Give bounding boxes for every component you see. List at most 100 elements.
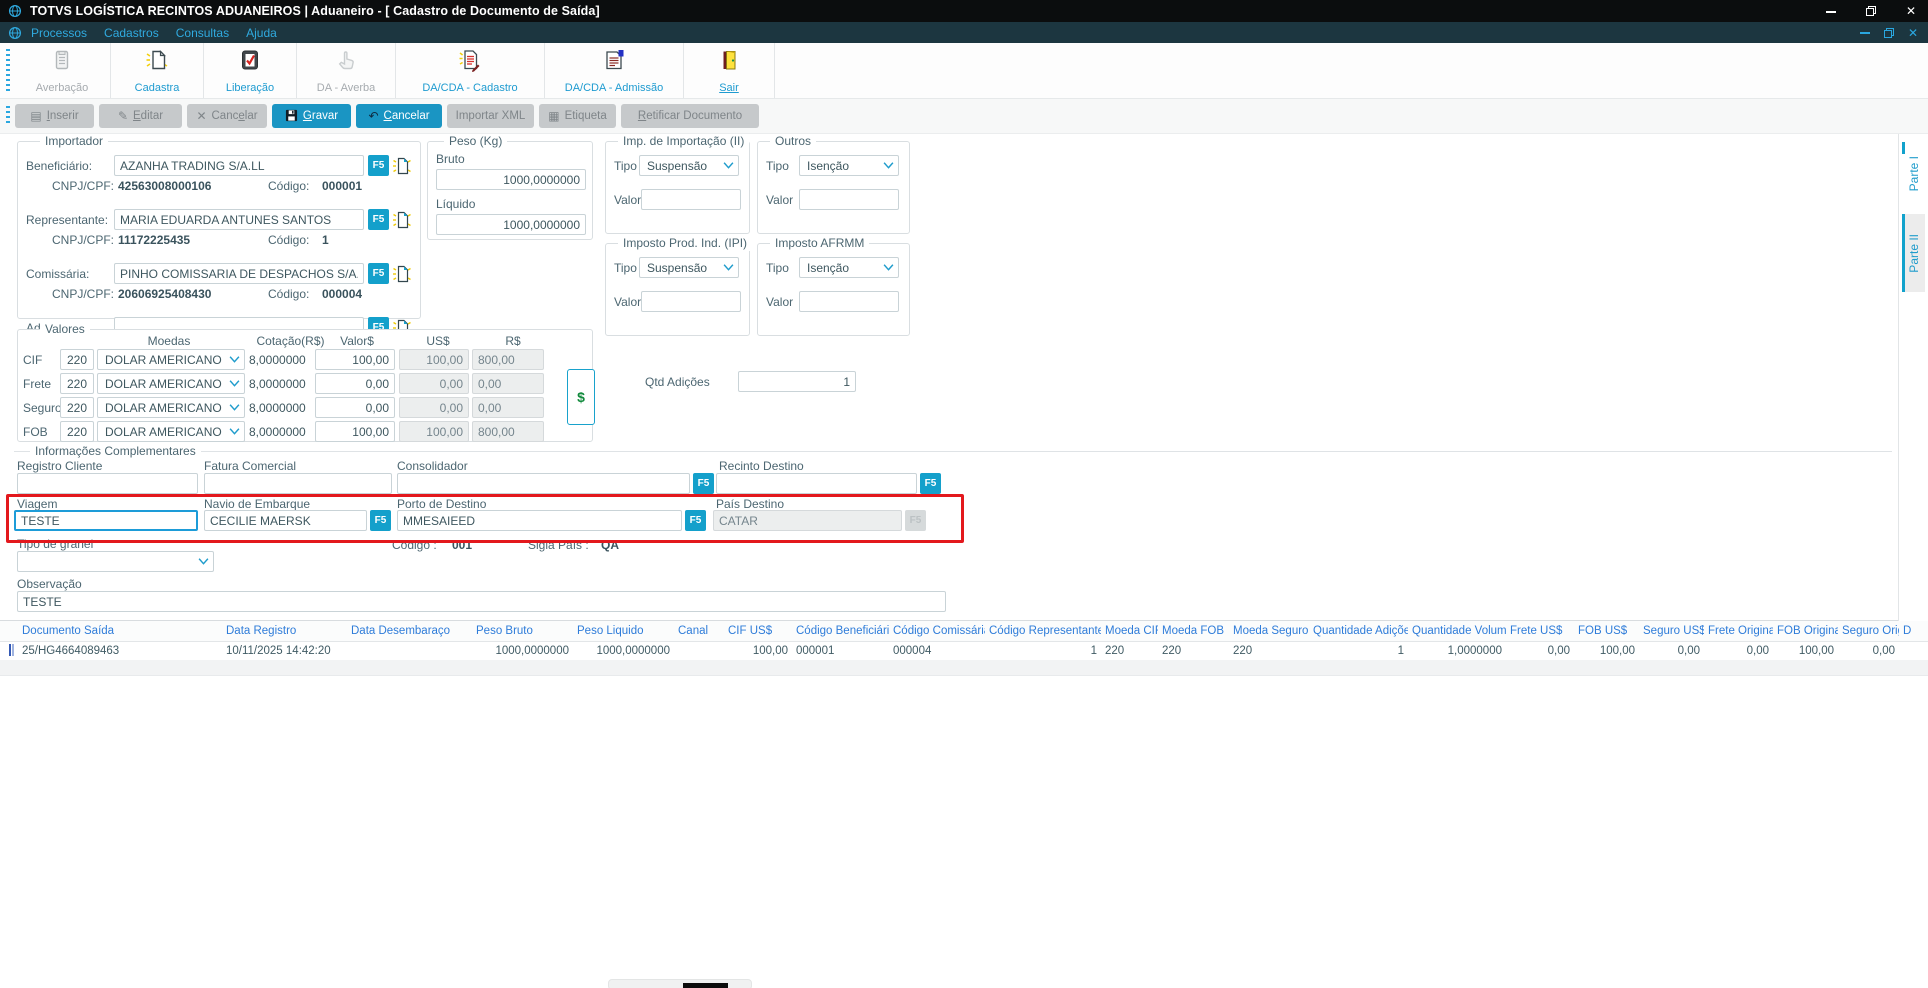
valor-input[interactable] <box>315 349 395 370</box>
grid-column-header-3[interactable]: Data Desembaraço <box>347 625 472 637</box>
viagem-input[interactable] <box>14 510 198 531</box>
child-minimize-button[interactable] <box>1859 22 1870 43</box>
recinto-destino-input[interactable] <box>716 473 917 494</box>
brl-value-input <box>472 397 544 418</box>
child-restore-button[interactable] <box>1883 22 1894 43</box>
grid-column-header-12[interactable]: Moeda FOB <box>1158 625 1229 637</box>
action-button-gravar[interactable]: Gravar <box>272 104 351 128</box>
tipo-select[interactable]: Isenção <box>799 257 899 278</box>
toolbar-item-label: DA/CDA - Cadastro <box>422 81 518 94</box>
valor-input[interactable] <box>641 189 742 210</box>
new-record-icon[interactable] <box>392 210 412 230</box>
consolidador-input[interactable] <box>397 473 690 494</box>
child-close-button[interactable]: ✕ <box>1908 22 1918 43</box>
grid-column-header-6[interactable]: Canal <box>674 625 724 637</box>
close-button[interactable]: ✕ <box>1906 0 1916 22</box>
valor-input[interactable] <box>315 397 395 418</box>
navio-f5-button[interactable]: F5 <box>370 510 391 531</box>
grid-cell-13: 220 <box>1233 645 1253 657</box>
grid-column-header-13[interactable]: Moeda Seguro <box>1229 625 1309 637</box>
toolbar-item-3[interactable]: Liberação <box>204 43 297 98</box>
action-button-label: Cancelar <box>383 110 430 122</box>
side-tab-2[interactable]: Parte II <box>1902 214 1925 292</box>
grid-column-header-10[interactable]: Código Representante <box>985 625 1101 637</box>
currency-dollar-button[interactable]: $ <box>567 369 595 425</box>
tipo-granel-select[interactable] <box>17 551 214 572</box>
grid-column-header-5[interactable]: Peso Liquido <box>573 625 674 637</box>
toolbar-item-2[interactable]: Cadastra <box>111 43 204 98</box>
grid-column-header-4[interactable]: Peso Bruto <box>472 625 573 637</box>
observacao-input[interactable] <box>17 591 946 612</box>
toolbar-drag-handle[interactable] <box>6 49 10 92</box>
currency-code-input[interactable] <box>60 421 94 442</box>
valor-input[interactable] <box>315 421 395 442</box>
side-tab-1[interactable]: Parte I <box>1902 142 1925 206</box>
action-button-cancelar[interactable]: ↶ Cancelar <box>356 104 442 128</box>
f5-lookup-button[interactable]: F5 <box>368 263 389 284</box>
grid-column-header-7[interactable]: CIF US$ <box>724 625 792 637</box>
currency-code-input[interactable] <box>60 349 94 370</box>
toolbar-item-6[interactable]: DA/CDA - Admissão <box>545 43 684 98</box>
importador-value-input[interactable] <box>114 155 364 176</box>
qtd-adicoes-input[interactable] <box>738 371 856 392</box>
valor-input[interactable] <box>799 189 899 210</box>
menu-item-2[interactable]: Cadastros <box>104 26 159 40</box>
navio-embarque-input[interactable] <box>204 510 367 531</box>
grid-column-header-9[interactable]: Código Comissária <box>889 625 985 637</box>
f5-lookup-button[interactable]: F5 <box>368 155 389 176</box>
menu-item-4[interactable]: Ajuda <box>246 26 277 40</box>
grid-column-header-17[interactable]: FOB US$ <box>1574 625 1639 637</box>
grid-column-header-20[interactable]: FOB Original <box>1773 625 1838 637</box>
field-label: Comissária: <box>26 266 90 281</box>
currency-code-input[interactable] <box>60 397 94 418</box>
registro-cliente-input[interactable] <box>17 473 198 494</box>
grid-column-header-8[interactable]: Código Beneficiário <box>792 625 889 637</box>
currency-select[interactable]: DOLAR AMERICANO <box>97 349 245 370</box>
porto-destino-input[interactable] <box>397 510 682 531</box>
menu-item-3[interactable]: Consultas <box>176 26 229 40</box>
grid-column-header-22[interactable]: D <box>1899 625 1928 637</box>
grid-cell-14: 1 <box>1397 645 1404 657</box>
importador-value-input[interactable] <box>114 209 364 230</box>
grid-column-header-11[interactable]: Moeda CIF <box>1101 625 1158 637</box>
recinto-destino-f5-button[interactable]: F5 <box>920 473 941 494</box>
peso-liquido-input[interactable] <box>436 214 586 235</box>
f5-lookup-button[interactable]: F5 <box>368 209 389 230</box>
peso-bruto-input[interactable] <box>436 169 586 190</box>
grid-row[interactable]: 25/HG4664089463 10/11/2025 14:42:20 1000,0… <box>0 642 1928 660</box>
grid-column-header-14[interactable]: Quantidade Adições <box>1309 625 1408 637</box>
fatura-comercial-input[interactable] <box>204 473 392 494</box>
minimize-button[interactable] <box>1825 0 1836 22</box>
menu-item-1[interactable]: Processos <box>31 26 87 40</box>
grid-column-header-16[interactable]: Frete US$ <box>1506 625 1574 637</box>
grid-column-header-1[interactable]: Documento Saída <box>18 625 222 637</box>
new-record-icon[interactable] <box>392 156 412 176</box>
toolbar-item-7[interactable]: Sair <box>684 43 775 98</box>
tipo-select[interactable]: Suspensão <box>639 257 739 278</box>
grid-column-header-21[interactable]: Seguro Original <box>1838 625 1899 637</box>
porto-f5-button[interactable]: F5 <box>685 510 706 531</box>
currency-select[interactable]: DOLAR AMERICANO <box>97 421 245 442</box>
valor-input[interactable] <box>315 373 395 394</box>
tipo-select[interactable]: Isenção <box>799 155 899 176</box>
currency-code-input[interactable] <box>60 373 94 394</box>
restore-button[interactable] <box>1865 0 1876 22</box>
grid-cell-4: 1000,0000000 <box>495 645 569 657</box>
grid-column-header-18[interactable]: Seguro US$ <box>1639 625 1704 637</box>
consolidador-f5-button[interactable]: F5 <box>693 473 714 494</box>
valor-input[interactable] <box>799 291 899 312</box>
grid-column-header-19[interactable]: Frete Original <box>1704 625 1773 637</box>
grid-column-header-15[interactable]: Quantidade Volumes <box>1408 625 1506 637</box>
valor-input[interactable] <box>641 291 742 312</box>
recinto-destino-label: Recinto Destino <box>719 459 804 473</box>
new-record-icon[interactable] <box>392 264 412 284</box>
grid-column-header-2[interactable]: Data Registro <box>222 625 347 637</box>
toolbar-item-5[interactable]: DA/CDA - Cadastro <box>396 43 545 98</box>
action-button-cancelar: ✕ Cancelar <box>187 104 267 128</box>
importador-value-input[interactable] <box>114 263 364 284</box>
currency-select[interactable]: DOLAR AMERICANO <box>97 373 245 394</box>
actionbar-drag-handle[interactable] <box>6 106 10 126</box>
currency-select[interactable]: DOLAR AMERICANO <box>97 397 245 418</box>
sigla-pais-value: QA <box>601 538 619 552</box>
tipo-select[interactable]: Suspensão <box>639 155 739 176</box>
